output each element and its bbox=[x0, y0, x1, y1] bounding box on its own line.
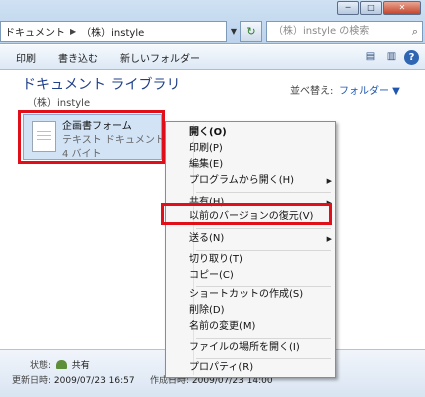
search-icon[interactable]: ⌕ bbox=[412, 22, 418, 41]
library-title: ドキュメント ライブラリ bbox=[22, 77, 181, 93]
context-menu: 開く(O) 印刷(P) 編集(E) プログラムから開く(H) ▶ 共有(H) ▶… bbox=[165, 121, 336, 378]
menu-item-send-to-label: 送る(N) bbox=[189, 233, 225, 244]
chevron-right-icon[interactable]: ▶ bbox=[70, 27, 76, 36]
submenu-arrow-icon: ▶ bbox=[326, 235, 332, 243]
command-toolbar: 印刷 書き込む 新しいフォルダー ▤ ▥ ? bbox=[0, 45, 425, 70]
shared-users-icon bbox=[55, 360, 67, 369]
modified-value: 2009/07/23 16:57 bbox=[53, 376, 135, 386]
address-bar[interactable]: ドキュメント ▶ （株）instyle bbox=[0, 21, 227, 42]
sort-dropdown[interactable]: フォルダー ▼ bbox=[339, 82, 400, 97]
window-controls: ─ □ ✕ bbox=[336, 1, 421, 15]
status-state: 状態: 共有 bbox=[30, 358, 90, 371]
menu-item-properties[interactable]: プロパティ(R) bbox=[188, 359, 328, 377]
chevron-down-icon[interactable]: ▼ bbox=[228, 22, 240, 41]
maximize-button[interactable]: □ bbox=[360, 1, 382, 15]
menu-item-open-with[interactable]: プログラムから開く(H) ▶ bbox=[188, 172, 332, 190]
help-icon[interactable]: ? bbox=[404, 50, 419, 65]
library-subtitle: （株）instyle bbox=[27, 98, 91, 109]
new-folder-button[interactable]: 新しいフォルダー bbox=[120, 50, 200, 65]
view-controls: ▤ ▥ ? bbox=[358, 49, 419, 65]
status-modified: 更新日時: 2009/07/23 16:57 bbox=[12, 373, 135, 386]
search-input[interactable]: （株）instyle の検索 ⌕ bbox=[266, 21, 423, 42]
menu-item-rename[interactable]: 名前の変更(M) bbox=[188, 318, 328, 336]
breadcrumb-instyle[interactable]: （株）instyle bbox=[81, 24, 144, 39]
preview-pane-icon[interactable]: ▥ bbox=[383, 49, 400, 65]
file-highlight-box bbox=[18, 110, 165, 164]
menu-separator bbox=[196, 192, 331, 193]
menu-item-open-file-location[interactable]: ファイルの場所を開く(I) bbox=[188, 339, 328, 357]
title-bar: ─ □ ✕ ドキュメント ▶ （株）instyle ▼ ↻ （株）instyle… bbox=[0, 0, 425, 44]
menu-item-open-with-label: プログラムから開く(H) bbox=[189, 175, 295, 186]
menu-separator bbox=[196, 228, 331, 229]
minimize-button[interactable]: ─ bbox=[337, 1, 359, 15]
menu-item-highlight-box bbox=[161, 203, 332, 225]
view-options-icon[interactable]: ▤ bbox=[362, 49, 379, 65]
sort-label: 並べ替え: bbox=[290, 86, 334, 97]
breadcrumb-documents[interactable]: ドキュメント bbox=[5, 24, 65, 39]
print-button[interactable]: 印刷 bbox=[16, 50, 36, 65]
modified-label: 更新日時: bbox=[12, 376, 52, 386]
burn-button[interactable]: 書き込む bbox=[58, 50, 98, 65]
state-value: 共有 bbox=[71, 361, 90, 371]
search-placeholder: （株）instyle の検索 bbox=[273, 26, 370, 37]
refresh-icon[interactable]: ↻ bbox=[240, 21, 262, 42]
menu-item-copy[interactable]: コピー(C) bbox=[188, 267, 328, 285]
state-label: 状態: bbox=[30, 361, 52, 371]
menu-item-send-to[interactable]: 送る(N) ▶ bbox=[188, 230, 332, 248]
close-button[interactable]: ✕ bbox=[383, 1, 421, 15]
submenu-arrow-icon: ▶ bbox=[326, 177, 332, 185]
